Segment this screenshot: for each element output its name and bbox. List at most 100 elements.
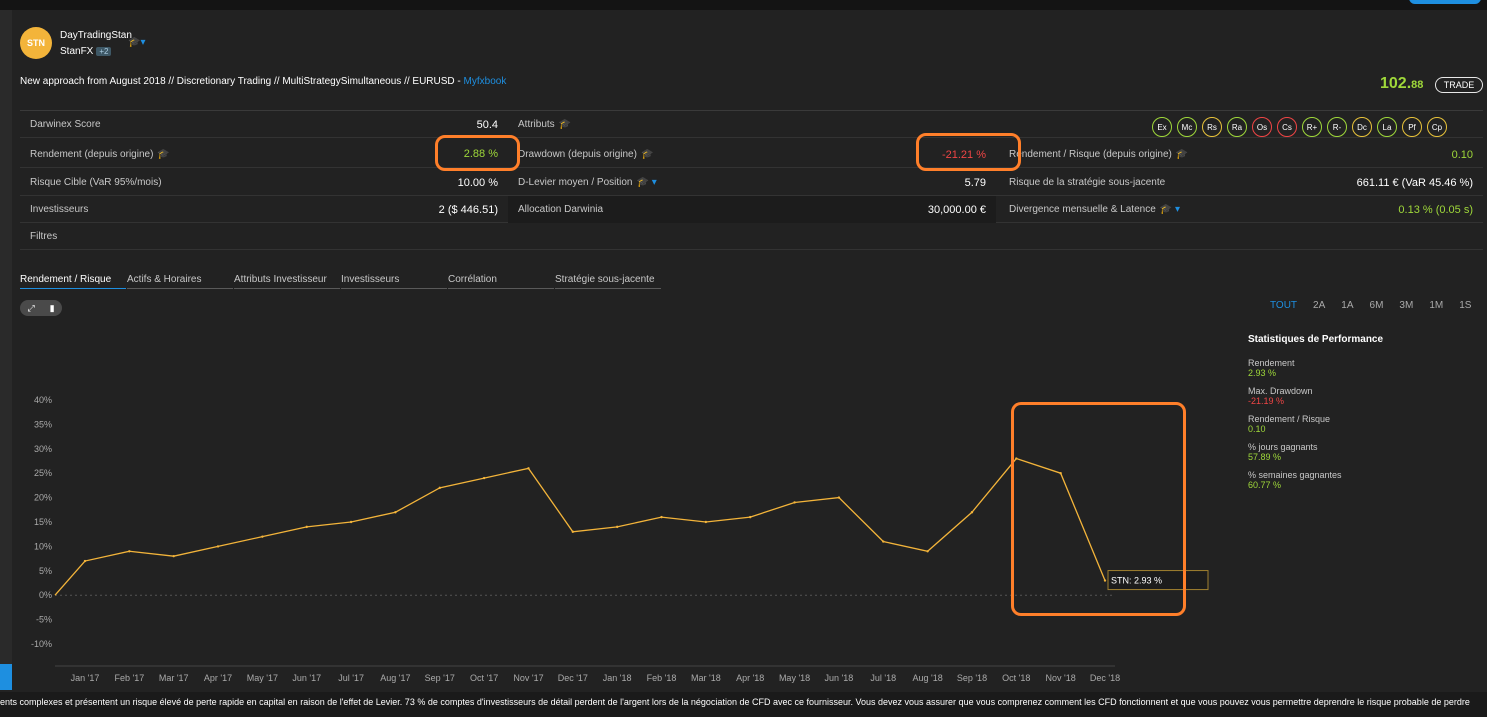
tab-0[interactable]: Rendement / Risque bbox=[20, 274, 126, 289]
label: Drawdown (depuis origine) bbox=[518, 149, 637, 160]
range-1m[interactable]: 1M bbox=[1429, 300, 1443, 311]
label: Investisseurs bbox=[30, 204, 89, 215]
series-point[interactable] bbox=[970, 511, 974, 514]
tab-4[interactable]: Corrélation bbox=[448, 274, 554, 289]
strategy-count-badge[interactable]: +2 bbox=[96, 47, 112, 56]
x-tick-label: Feb '18 bbox=[647, 673, 677, 683]
education-icon[interactable]: 🎓 bbox=[641, 149, 653, 160]
series-point[interactable] bbox=[394, 511, 397, 514]
tab-1[interactable]: Actifs & Horaires bbox=[127, 274, 233, 289]
line-chart-icon[interactable]: ⤢ bbox=[27, 303, 34, 314]
series-point[interactable] bbox=[926, 550, 929, 553]
education-icon[interactable]: 🎓 bbox=[1176, 149, 1188, 160]
trade-button[interactable]: TRADE bbox=[1435, 77, 1483, 93]
badge-la[interactable]: La bbox=[1377, 117, 1397, 137]
bar-chart-icon[interactable]: ▮ bbox=[50, 303, 55, 314]
stats-title: Statistiques de Performance bbox=[1248, 334, 1384, 345]
series-point[interactable] bbox=[305, 525, 308, 529]
series-point[interactable] bbox=[837, 496, 841, 499]
label: Risque de la stratégie sous-jacente bbox=[1009, 177, 1166, 188]
annotation-highlight bbox=[1011, 402, 1186, 616]
x-tick-label: Sep '17 bbox=[425, 673, 455, 683]
x-tick-label: Jan '18 bbox=[603, 673, 632, 683]
x-tick-label: Nov '18 bbox=[1046, 673, 1076, 683]
series-point[interactable] bbox=[128, 550, 131, 553]
price-dec: 88 bbox=[1411, 79, 1424, 91]
stat-value: 2.93 % bbox=[1248, 368, 1277, 378]
top-action-button[interactable] bbox=[1409, 0, 1481, 4]
badge-rplus[interactable]: R+ bbox=[1302, 117, 1322, 137]
x-tick-label: Jan '17 bbox=[71, 673, 100, 683]
range-1a[interactable]: 1A bbox=[1341, 300, 1353, 311]
range-6m[interactable]: 6M bbox=[1370, 300, 1384, 311]
x-tick-label: Mar '18 bbox=[691, 673, 721, 683]
series-point[interactable] bbox=[527, 467, 530, 470]
series-point[interactable] bbox=[882, 540, 885, 543]
series-point[interactable] bbox=[793, 501, 796, 504]
badge-cp[interactable]: Cp bbox=[1427, 117, 1447, 137]
series-point[interactable] bbox=[172, 554, 175, 558]
badge-rs[interactable]: Rs bbox=[1202, 117, 1222, 137]
series-point[interactable] bbox=[438, 486, 441, 490]
series-point[interactable] bbox=[749, 515, 752, 519]
badge-ex[interactable]: Ex bbox=[1152, 117, 1172, 137]
series-point[interactable] bbox=[615, 525, 619, 529]
series-point[interactable] bbox=[482, 476, 486, 480]
label: Attributs bbox=[518, 119, 555, 130]
range-1s[interactable]: 1S bbox=[1459, 300, 1471, 311]
badge-rminus[interactable]: R- bbox=[1327, 117, 1347, 137]
stat-item: % semaines gagnantes 60.77 % bbox=[1248, 470, 1448, 490]
y-tick-label: 20% bbox=[34, 493, 52, 503]
strategy-label: StanFX bbox=[60, 46, 94, 57]
metric-sous-jacente: Risque de la stratégie sous-jacente 661.1… bbox=[999, 169, 1483, 196]
value: 0.10 bbox=[1451, 148, 1473, 161]
series-point[interactable] bbox=[216, 545, 220, 548]
y-tick-label: 40% bbox=[34, 395, 52, 405]
myfxbook-link[interactable]: Myfxbook bbox=[464, 76, 507, 87]
stat-item: % jours gagnants 57.89 % bbox=[1248, 442, 1448, 462]
y-tick-label: 15% bbox=[34, 517, 52, 527]
series-point[interactable] bbox=[83, 559, 87, 563]
user-name[interactable]: DayTradingStan bbox=[60, 30, 132, 41]
stat-value: 60.77 % bbox=[1248, 480, 1282, 490]
badge-cs[interactable]: Cs bbox=[1277, 117, 1297, 137]
series-point[interactable] bbox=[349, 520, 353, 524]
tab-3[interactable]: Investisseurs bbox=[341, 274, 447, 289]
badge-os[interactable]: Os bbox=[1252, 117, 1272, 137]
education-icon[interactable]: 🎓 bbox=[559, 119, 571, 130]
badge-pf[interactable]: Pf bbox=[1402, 117, 1422, 137]
range-tout[interactable]: TOUT bbox=[1270, 300, 1297, 311]
badge-dc[interactable]: Dc bbox=[1352, 117, 1372, 137]
x-tick-label: Apr '18 bbox=[736, 673, 764, 683]
metric-d-levier: D-Levier moyen / Position 🎓 ▾ 5.79 bbox=[508, 169, 996, 196]
y-tick-label: -10% bbox=[31, 639, 52, 649]
x-tick-label: Aug '18 bbox=[912, 673, 942, 683]
series-point[interactable] bbox=[571, 530, 575, 533]
annotation-highlight bbox=[435, 135, 520, 171]
series-point[interactable] bbox=[660, 515, 663, 519]
filters[interactable]: Filtres bbox=[20, 223, 508, 250]
series-line-stn[interactable] bbox=[54, 457, 1106, 596]
chart-type-toggle[interactable]: ⤢ ▮ bbox=[20, 300, 62, 316]
badge-ra[interactable]: Ra bbox=[1227, 117, 1247, 137]
description-text: New approach from August 2018 // Discret… bbox=[20, 76, 464, 87]
x-tick-label: Aug '17 bbox=[380, 673, 410, 683]
education-icon[interactable]: 🎓 ▾ bbox=[637, 177, 657, 188]
range-3m[interactable]: 3M bbox=[1399, 300, 1413, 311]
education-icon[interactable]: 🎓▾ bbox=[128, 37, 145, 48]
range-2a[interactable]: 2A bbox=[1313, 300, 1325, 311]
stat-item: Rendement / Risque 0.10 bbox=[1248, 414, 1448, 434]
series-point[interactable] bbox=[261, 535, 264, 538]
avatar[interactable]: STN bbox=[20, 27, 52, 59]
metric-rendement-risque: Rendement / Risque (depuis origine) 🎓 0.10 bbox=[999, 141, 1483, 168]
badge-mc[interactable]: Mc bbox=[1177, 117, 1197, 137]
stat-label: Rendement bbox=[1248, 358, 1295, 368]
series-point[interactable] bbox=[704, 520, 708, 524]
value: 10.00 % bbox=[457, 176, 498, 189]
label: Rendement (depuis origine) bbox=[30, 148, 154, 160]
tab-2[interactable]: Attributs Investisseur bbox=[234, 274, 340, 289]
metric-divergence: Divergence mensuelle & Latence 🎓 ▾ 0.13 % … bbox=[999, 196, 1483, 223]
education-icon[interactable]: 🎓 bbox=[157, 149, 169, 160]
education-icon[interactable]: 🎓 ▾ bbox=[1160, 204, 1180, 215]
tab-5[interactable]: Stratégie sous-jacente bbox=[555, 274, 661, 289]
